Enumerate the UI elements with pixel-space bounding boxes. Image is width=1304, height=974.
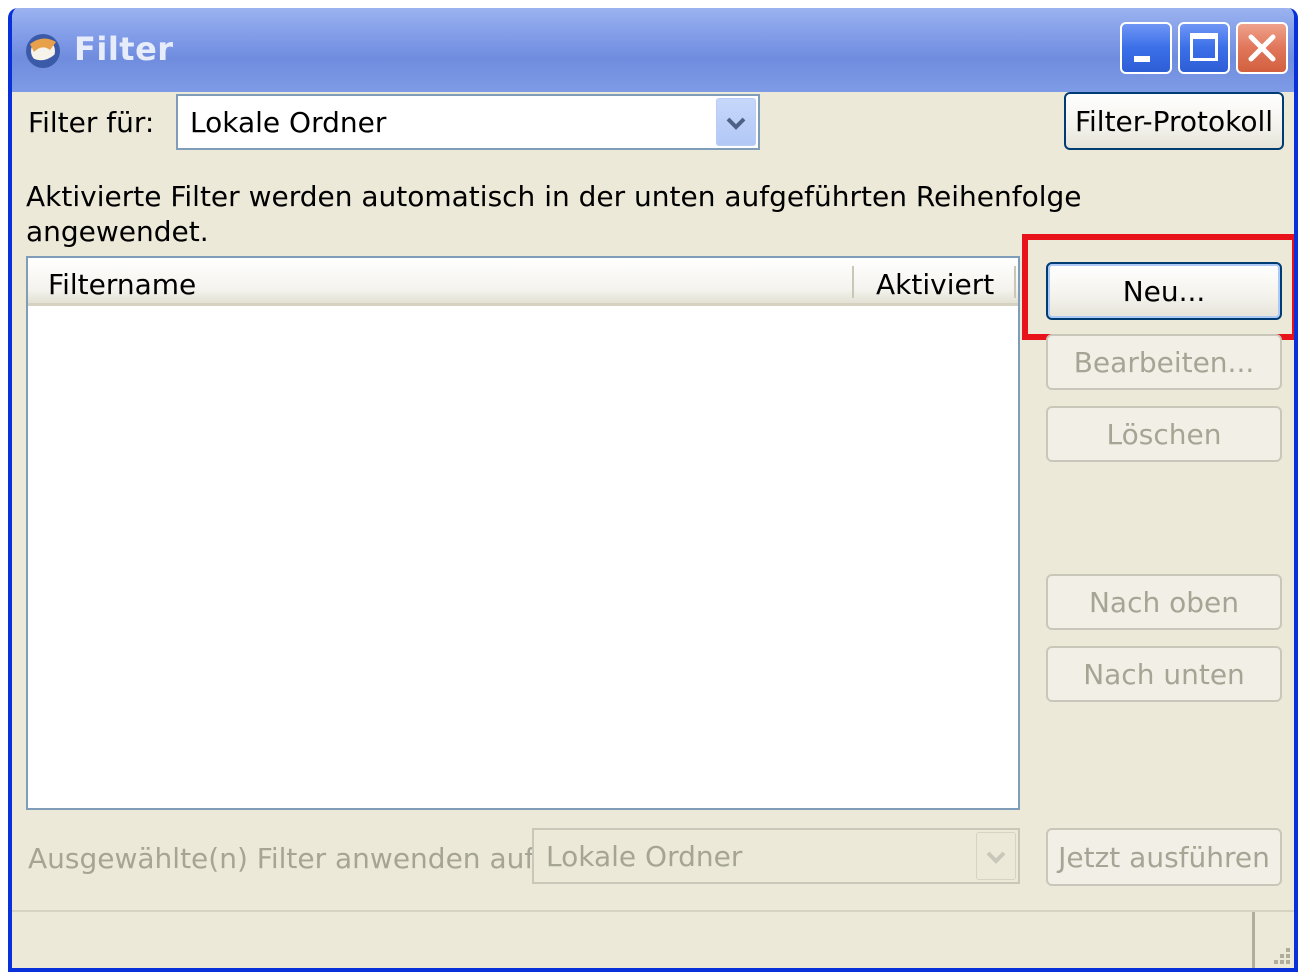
new-button[interactable]: Neu... [1046,262,1282,320]
maximize-icon [1190,33,1218,61]
maximize-button[interactable] [1178,22,1230,74]
minimize-button[interactable] [1120,22,1172,74]
column-header-filtername[interactable]: Filtername [48,268,196,301]
filter-list[interactable]: Filtername Aktiviert [26,256,1020,810]
status-divider [1252,912,1255,968]
apply-to-dropdown-button[interactable] [976,832,1016,880]
status-bar [12,910,1294,968]
filter-for-select[interactable]: Lokale Ordner [176,94,760,150]
chevron-down-icon [986,851,1006,864]
description-line-2: angewendet. [26,215,209,248]
filter-log-button[interactable]: Filter-Protokoll [1064,92,1284,150]
app-icon [22,30,64,72]
close-button[interactable] [1236,22,1288,74]
delete-button[interactable]: Löschen [1046,406,1282,462]
edit-button[interactable]: Bearbeiten... [1046,334,1282,390]
filter-for-dropdown-button[interactable] [716,98,756,146]
column-divider[interactable] [1014,266,1016,298]
description-line-1: Aktivierte Filter werden automatisch in … [26,180,1082,213]
filter-for-value: Lokale Ordner [190,106,387,139]
move-up-button[interactable]: Nach oben [1046,574,1282,630]
column-header-aktiviert[interactable]: Aktiviert [876,268,994,301]
window-title: Filter [74,30,174,68]
apply-to-label: Ausgewählte(n) Filter anwenden auf: [28,842,543,875]
filter-dialog: Filter Filter für: Lokale Ordner Filter-… [8,8,1298,972]
close-icon [1248,34,1276,62]
apply-to-select[interactable]: Lokale Ordner [532,828,1020,884]
chevron-down-icon [726,117,746,130]
move-down-button[interactable]: Nach unten [1046,646,1282,702]
filter-list-header: Filtername Aktiviert [28,258,1018,306]
apply-to-value: Lokale Ordner [546,840,743,873]
minimize-icon [1134,56,1150,62]
run-now-button[interactable]: Jetzt ausführen [1046,828,1282,886]
column-divider[interactable] [852,266,854,298]
resize-grip-icon[interactable] [1268,942,1294,968]
filter-for-label: Filter für: [28,106,155,139]
title-bar[interactable]: Filter [12,8,1294,92]
